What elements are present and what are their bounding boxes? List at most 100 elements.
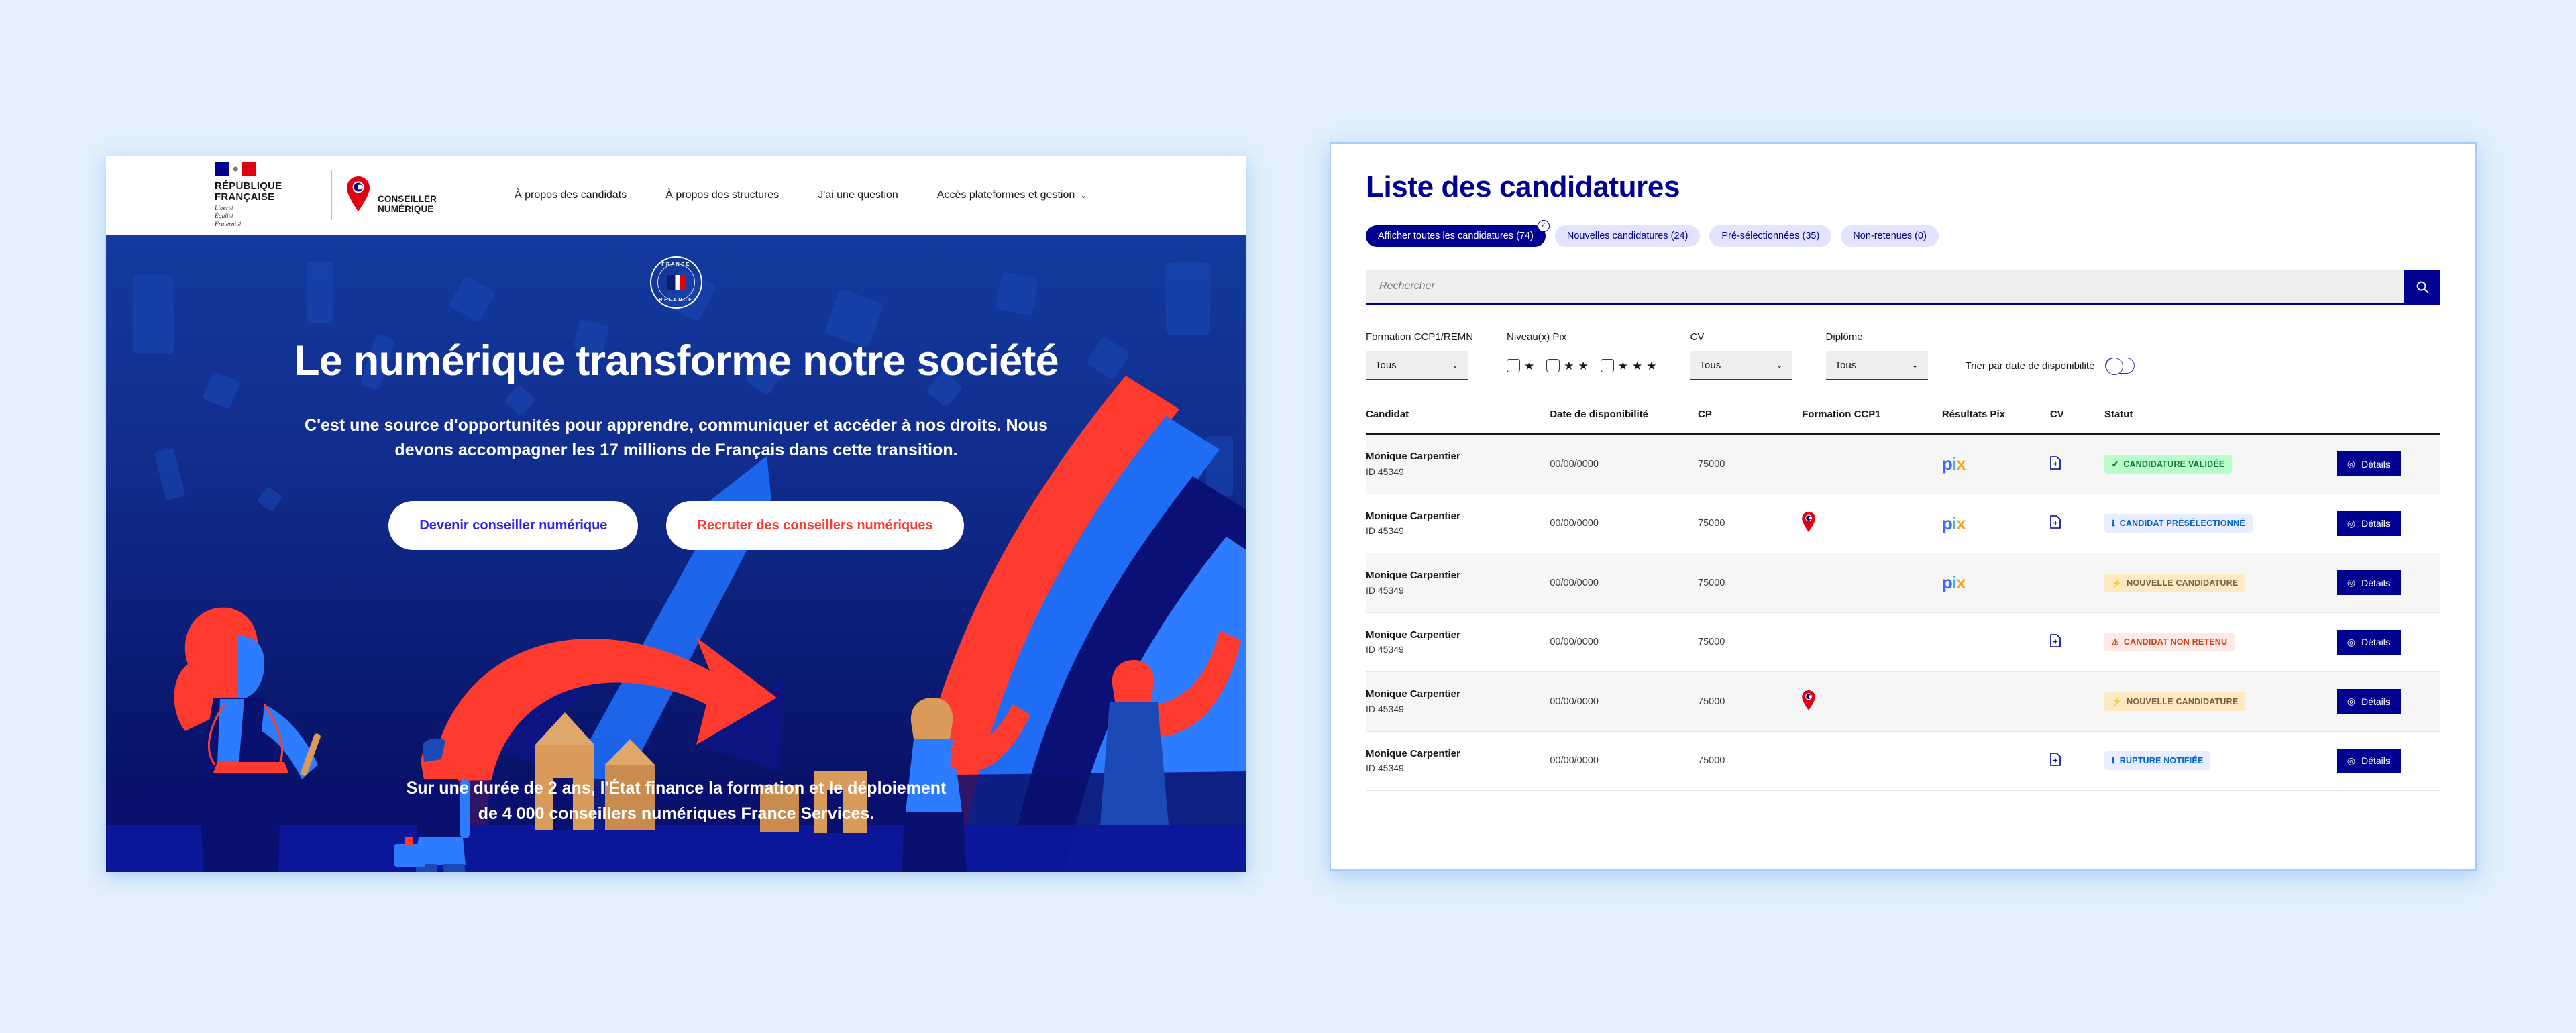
details-button[interactable]: ◎ Détails [2336,629,2401,655]
cell-cv[interactable] [2049,434,2104,494]
cell-formation-ccp1 [1802,553,1942,613]
eye-icon: ◎ [2347,458,2356,470]
cell-actions: ◎ Détails [2336,434,2440,494]
motto-egalite: Égalité [215,213,233,220]
status-badge: ⚡ NOUVELLE CANDIDATURE [2104,573,2246,592]
cell-statut: ⚠ CANDIDAT NON RETENU [2104,612,2337,672]
column-header-actions [2336,409,2440,435]
product-line-1: CONSEILLER [378,193,437,204]
cell-statut: ✔ CANDIDATURE VALIDÉE [2104,434,2337,494]
recruter-conseillers-button[interactable]: Recruter des conseillers numériques [666,501,964,550]
sort-by-availability-toggle[interactable] [2105,358,2135,375]
search-button[interactable] [2404,270,2440,305]
status-badge-label: CANDIDAT NON RETENU [2123,637,2228,647]
star-icon: ★ [1646,359,1657,372]
website-preview-panel: RÉPUBLIQUE FRANÇAISE Liberté Égalité Fra… [106,156,1246,872]
filter-formation-select[interactable]: Tous ⌄ [1366,351,1468,380]
chip-toutes-candidatures[interactable]: Afficher toutes les candidatures (74) ✓ [1366,220,1550,247]
eye-icon: ◎ [2347,696,2356,707]
table-row: Monique Carpentier ID 45349 00/00/0000 7… [1366,731,2440,791]
seal-word-top: FRANCE [661,262,691,267]
map-pin-icon [347,176,370,211]
cell-cv [2049,553,2104,613]
cell-formation-ccp1 [1802,731,1942,791]
document-icon [2050,515,2061,529]
pix-level-1-option[interactable]: ★ [1507,359,1534,372]
cell-cv[interactable] [2049,731,2104,791]
details-button-label: Détails [2361,755,2390,767]
cell-candidat: Monique Carpentier ID 45349 [1366,553,1550,613]
details-button-label: Détails [2361,518,2390,529]
hero-title: Le numérique transforme notre société [294,337,1059,384]
search-input[interactable] [1366,270,2404,305]
status-badge: ⚡ NOUVELLE CANDIDATURE [2104,692,2246,711]
filter-row: Formation CCP1/REMN Tous ⌄ Niveau(x) Pix… [1366,331,2440,380]
cell-resultats-pix [1941,731,2050,791]
cell-formation-ccp1 [1802,671,1942,732]
hero-subtitle: C'est une source d'opportunités pour app… [305,416,1048,459]
bolt-icon: ⚡ [2111,696,2123,706]
details-button[interactable]: ◎ Détails [2336,451,2401,477]
check-circle-icon: ✓ [1537,220,1550,232]
eye-icon: ◎ [2347,636,2356,647]
cell-resultats-pix: pix [1941,494,2050,553]
motto-fraternite: Fraternité [215,221,241,228]
cell-actions: ◎ Détails [2336,731,2440,791]
map-pin-icon [1802,690,1815,710]
pix-level-3-option[interactable]: ★ ★ ★ [1600,359,1657,372]
nav-item-question[interactable]: J'ai une question [818,189,898,201]
cell-date-disponibilite: 00/00/0000 [1550,494,1699,553]
cell-resultats-pix: pix [1941,553,2050,613]
cell-actions: ◎ Détails [2336,612,2440,672]
cell-cv[interactable] [2049,494,2104,553]
details-button-label: Détails [2361,637,2390,648]
pix-level-2-option[interactable]: ★ ★ [1546,359,1589,372]
details-button[interactable]: ◎ Détails [2336,570,2401,596]
site-navigation: À propos des candidats À propos des stru… [515,189,1087,201]
nav-item-acces-plateformes[interactable]: Accès plateformes et gestion ⌄ [937,189,1087,201]
pix-level-2-checkbox[interactable] [1546,359,1560,372]
table-row: Monique Carpentier ID 45349 00/00/0000 7… [1366,553,2440,613]
candidate-id: ID 45349 [1366,703,1404,714]
chip-nouvelles-candidatures[interactable]: Nouvelles candidatures (24) [1554,225,1701,247]
chevron-down-icon: ⌄ [1776,360,1783,370]
cell-date-disponibilite: 00/00/0000 [1550,671,1699,732]
chip-preselectionnees[interactable]: Pré-sélectionnées (35) [1709,225,1832,247]
nav-item-structures[interactable]: À propos des structures [665,189,779,201]
table-header: Candidat Date de disponibilité CP Format… [1366,409,2440,435]
column-header-candidat: Candidat [1366,409,1550,435]
cell-candidat: Monique Carpentier ID 45349 [1366,731,1550,791]
cell-resultats-pix [1941,671,2050,732]
column-header-formation: Formation CCP1 [1802,409,1942,435]
candidate-name: Monique Carpentier [1366,747,1460,759]
devenir-conseiller-button[interactable]: Devenir conseiller numérique [388,501,639,550]
pix-level-3-checkbox[interactable] [1600,359,1614,372]
details-button[interactable]: ◎ Détails [2336,689,2401,714]
details-button[interactable]: ◎ Détails [2336,748,2401,773]
filter-cv-select[interactable]: Tous ⌄ [1690,351,1792,380]
column-header-cv: CV [2049,409,2104,435]
pix-logo-icon: pix [1941,572,1966,593]
cell-candidat: Monique Carpentier ID 45349 [1366,494,1550,553]
candidate-name: Monique Carpentier [1366,629,1460,641]
candidate-name: Monique Carpentier [1366,510,1460,522]
filter-diplome-select[interactable]: Tous ⌄ [1825,351,1928,380]
pix-level-1-checkbox[interactable] [1507,359,1521,372]
nav-item-candidats[interactable]: À propos des candidats [515,189,627,201]
brand-lockup[interactable]: RÉPUBLIQUE FRANÇAISE Liberté Égalité Fra… [215,161,437,229]
page-title: Liste des candidatures [1366,170,1680,203]
product-line-2: NUMÉRIQUE [378,204,434,214]
filter-diplome-value: Tous [1835,359,1857,371]
marianne-logo: RÉPUBLIQUE FRANÇAISE Liberté Égalité Fra… [215,161,317,229]
filter-cv: CV Tous ⌄ [1690,331,1792,380]
cell-formation-ccp1 [1802,434,1942,494]
filter-diplome-label: Diplôme [1825,331,1863,343]
cell-candidat: Monique Carpentier ID 45349 [1366,671,1550,732]
chevron-down-icon: ⌄ [1911,360,1919,370]
status-badge-label: CANDIDAT PRÉSÉLECTIONNÉ [2119,519,2245,529]
details-button[interactable]: ◎ Détails [2336,510,2401,536]
cell-cp: 75000 [1698,612,1803,672]
chip-label: Afficher toutes les candidatures (74) [1378,231,1534,241]
chip-non-retenues[interactable]: Non-retenues (0) [1841,225,1939,247]
cell-cv[interactable] [2049,612,2104,672]
